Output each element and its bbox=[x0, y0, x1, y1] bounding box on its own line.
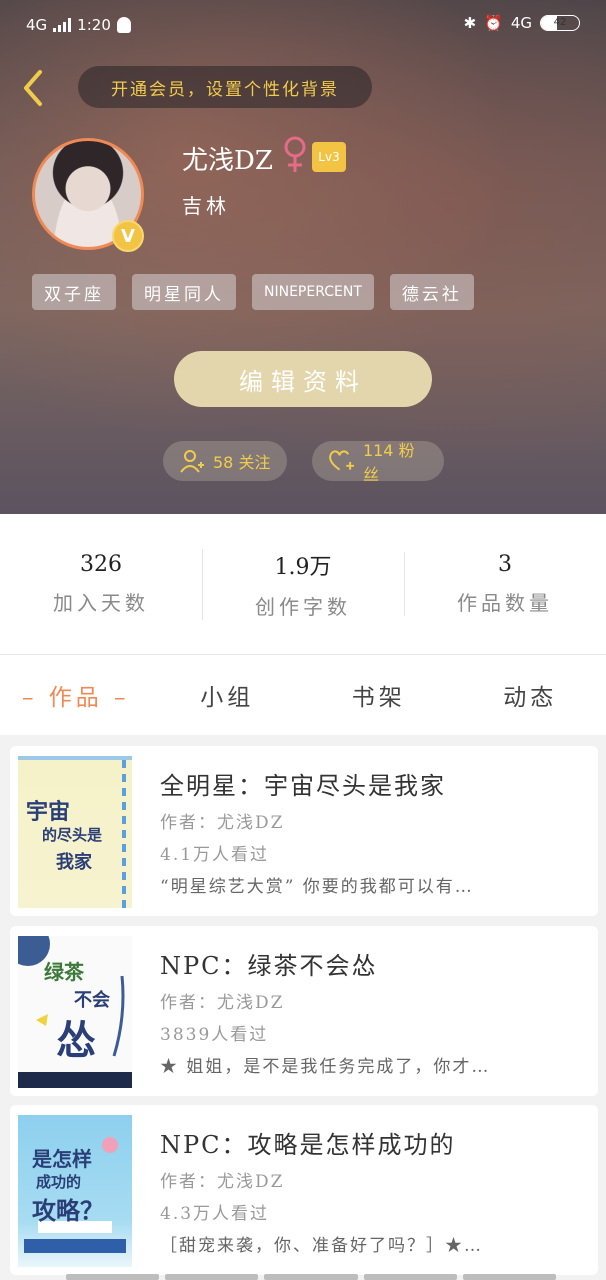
network-right-label: 4G bbox=[510, 14, 532, 32]
stat-value: 326 bbox=[80, 552, 122, 577]
tag-item[interactable]: NINEPERCENT bbox=[252, 274, 374, 310]
cover-text: 怂 bbox=[56, 1018, 96, 1064]
level-badge: Lv3 bbox=[312, 142, 346, 172]
stat-value: 3 bbox=[498, 552, 512, 577]
back-button[interactable] bbox=[18, 66, 48, 110]
book-title[interactable]: NPC：攻略是怎样成功的 bbox=[160, 1125, 456, 1160]
book-cover[interactable]: 是怎样 成功的 攻略？ bbox=[18, 1115, 132, 1267]
tag-item[interactable]: 明星同人 bbox=[132, 274, 236, 310]
fans-label: 114 粉丝 bbox=[362, 441, 415, 484]
stat-join-days: 326 加入天数 bbox=[0, 552, 202, 616]
tab-bookshelf[interactable]: 书架 bbox=[303, 678, 455, 712]
verified-badge-icon: V bbox=[112, 220, 144, 252]
stat-label: 加入天数 bbox=[53, 591, 149, 615]
edit-profile-button[interactable]: 编辑资料 bbox=[174, 351, 432, 407]
tag-item[interactable]: 德云社 bbox=[389, 274, 474, 310]
book-title[interactable]: NPC：绿茶不会怂 bbox=[160, 946, 378, 981]
signal-icon bbox=[53, 18, 72, 32]
tab-groups[interactable]: 小组 bbox=[152, 678, 304, 712]
bottom-indicator bbox=[66, 1274, 557, 1280]
bluetooth-icon: ✱ bbox=[463, 14, 477, 32]
qq-icon bbox=[116, 17, 131, 33]
book-cover[interactable]: 宇宙 的尽头是 我家 bbox=[18, 756, 132, 908]
stat-work-count: 3 作品数量 bbox=[404, 552, 606, 616]
book-card[interactable]: 宇宙 的尽头是 我家 全明星：宇宙尽头是我家 作者：尤浅DZ 4.1万人看过 “… bbox=[10, 746, 598, 916]
cover-text: 绿茶 bbox=[44, 960, 84, 984]
vip-banner[interactable]: 开通会员，设置个性化背景 bbox=[78, 66, 372, 108]
status-left: 4G 1:20 bbox=[26, 16, 131, 34]
book-views: 3839人看过 bbox=[160, 1025, 269, 1045]
book-card[interactable]: 绿茶 不会 怂 NPC：绿茶不会怂 作者：尤浅DZ 3839人看过 ★ 姐姐，是… bbox=[10, 926, 598, 1096]
book-author: 作者：尤浅DZ bbox=[160, 813, 285, 833]
stat-value: 1.9万 bbox=[274, 554, 332, 580]
cover-text: 我家 bbox=[56, 852, 92, 873]
chevron-left-icon bbox=[24, 70, 42, 106]
book-description: ［甜宠来袭，你、准备好了吗？］★… bbox=[160, 1236, 483, 1256]
stat-label: 作品数量 bbox=[457, 591, 553, 615]
book-views: 4.3万人看过 bbox=[160, 1204, 270, 1224]
profile-header: 4G 1:20 ✱ ⏰ 4G 42 开通会员，设置个性化背景 V 尤浅DZ Lv… bbox=[0, 0, 606, 514]
heart-add-icon bbox=[329, 450, 354, 471]
network-label: 4G bbox=[26, 16, 48, 34]
fans-button[interactable]: 114 粉丝 bbox=[312, 441, 444, 484]
stat-word-count: 1.9万 创作字数 bbox=[202, 548, 404, 620]
status-bar: 4G 1:20 ✱ ⏰ 4G 42 bbox=[0, 0, 606, 54]
female-icon bbox=[284, 136, 306, 172]
avatar-container[interactable]: V bbox=[32, 138, 144, 252]
tab-dash-right: – bbox=[102, 685, 130, 711]
tab-bar: – 作品 – 小组 书架 动态 bbox=[0, 655, 606, 735]
location-label: 吉林 bbox=[182, 194, 230, 218]
book-cover[interactable]: 绿茶 不会 怂 bbox=[18, 936, 132, 1088]
stats-row: 326 加入天数 1.9万 创作字数 3 作品数量 bbox=[0, 514, 606, 654]
cover-text: 宇宙 bbox=[26, 800, 71, 825]
cover-text: 的尽头是 bbox=[42, 826, 103, 844]
book-description: ★ 姐姐，是不是我任务完成了，你才… bbox=[160, 1057, 491, 1077]
status-right: ✱ ⏰ 4G 42 bbox=[464, 14, 580, 32]
clock: 1:20 bbox=[77, 16, 111, 34]
cover-text: 是怎样 bbox=[32, 1147, 92, 1171]
book-card[interactable]: 是怎样 成功的 攻略？ NPC：攻略是怎样成功的 作者：尤浅DZ 4.3万人看过… bbox=[10, 1105, 598, 1275]
following-label: 58 关注 bbox=[213, 453, 271, 472]
tag-item[interactable]: 双子座 bbox=[32, 274, 116, 310]
following-button[interactable]: 58 关注 bbox=[163, 441, 287, 481]
cover-text: 攻略？ bbox=[32, 1197, 104, 1225]
battery-icon: 42 bbox=[540, 15, 580, 31]
book-author: 作者：尤浅DZ bbox=[160, 1172, 285, 1192]
tab-dash-left: – bbox=[21, 685, 49, 711]
stat-label: 创作字数 bbox=[255, 594, 351, 619]
tag-list: 双子座 明星同人 NINEPERCENT 德云社 bbox=[32, 274, 474, 310]
tab-activity[interactable]: 动态 bbox=[455, 678, 606, 712]
book-description: “明星综艺大赏” 你要的我都可以有… bbox=[160, 877, 474, 897]
tab-label: 作品 bbox=[48, 685, 103, 711]
cover-text: 成功的 bbox=[36, 1173, 82, 1191]
book-title[interactable]: 全明星：宇宙尽头是我家 bbox=[160, 766, 446, 801]
battery-level: 42 bbox=[553, 17, 567, 28]
book-author: 作者：尤浅DZ bbox=[160, 993, 285, 1013]
username: 尤浅DZ bbox=[182, 146, 273, 176]
tab-works[interactable]: – 作品 – bbox=[0, 678, 152, 712]
book-views: 4.1万人看过 bbox=[160, 845, 270, 865]
alarm-icon: ⏰ bbox=[484, 14, 503, 32]
add-user-icon bbox=[180, 450, 204, 473]
